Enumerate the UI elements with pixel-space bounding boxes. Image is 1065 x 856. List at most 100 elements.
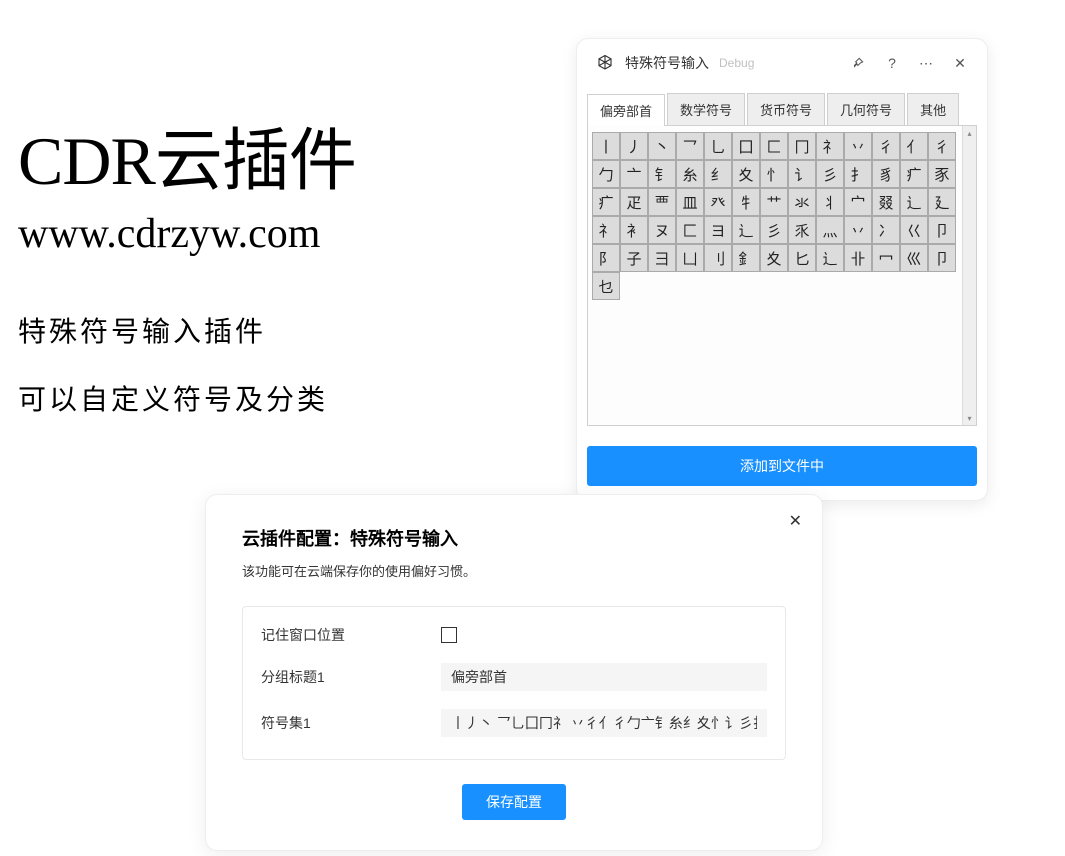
symbol-cell[interactable]: 豕 — [928, 160, 956, 188]
tab-currency[interactable]: 货币符号 — [747, 93, 825, 125]
tab-math[interactable]: 数学符号 — [667, 93, 745, 125]
save-config-button[interactable]: 保存配置 — [462, 784, 566, 820]
symbol-cell[interactable]: 亠 — [620, 160, 648, 188]
symbol-cell[interactable]: 辶 — [816, 244, 844, 272]
symbol-cell[interactable]: 卝 — [844, 244, 872, 272]
symbol-cell[interactable]: 灬 — [816, 216, 844, 244]
app-icon — [595, 53, 615, 73]
symbol-area: 丨丿丶乛乚囗匚冂礻丷彳亻彳勹亠钅糸纟夊忄讠彡扌豸疒豕疒疋覀皿癶牜艹氺丬宀叕辶廴礻… — [587, 126, 977, 426]
symbol-cell[interactable]: 癶 — [704, 188, 732, 216]
symbol-cell[interactable]: 艹 — [760, 188, 788, 216]
symbol-cell[interactable]: 宀 — [844, 188, 872, 216]
symbol-cell[interactable]: 扌 — [844, 160, 872, 188]
promo-title: CDR云插件 — [18, 105, 356, 204]
promo-description-2: 可以自定义符号及分类 — [18, 378, 328, 418]
symbol-cell[interactable]: 彡 — [760, 216, 788, 244]
symbol-row: 疒疋覀皿癶牜艹氺丬宀叕辶廴 — [592, 188, 958, 216]
symbol-cell[interactable]: 丿 — [620, 132, 648, 160]
group-title-input[interactable] — [441, 663, 767, 691]
symbol-cell[interactable]: 冖 — [872, 244, 900, 272]
symbol-cell[interactable]: 夊 — [732, 160, 760, 188]
symbol-cell[interactable]: 丶 — [648, 132, 676, 160]
scroll-down-icon[interactable]: ▾ — [963, 411, 976, 425]
symbol-cell[interactable]: 彳 — [872, 132, 900, 160]
symbol-cell[interactable]: 卩 — [928, 244, 956, 272]
tab-bar: 偏旁部首 数学符号 货币符号 几何符号 其他 — [587, 93, 977, 126]
symbol-cell[interactable]: 覀 — [648, 188, 676, 216]
label-remember-window: 记住窗口位置 — [261, 625, 441, 645]
symbol-cell[interactable]: 冂 — [788, 132, 816, 160]
symbol-set-input[interactable] — [441, 709, 767, 737]
promo-url: www.cdrzyw.com — [18, 210, 320, 258]
symbol-cell[interactable]: 夊 — [760, 244, 788, 272]
plugin-header: 特殊符号输入 Debug ? ⋯ ✕ — [577, 39, 987, 85]
symbol-cell[interactable]: 讠 — [788, 160, 816, 188]
pin-icon[interactable] — [849, 54, 867, 72]
symbol-row: 阝子彐凵刂釒夊匕辶卝冖巛卩 — [592, 244, 958, 272]
symbol-cell[interactable]: 匚 — [760, 132, 788, 160]
label-group-title: 分组标题1 — [261, 667, 441, 687]
config-title: 云插件配置：特殊符号输入 — [242, 525, 786, 551]
symbol-cell[interactable]: 巜 — [900, 216, 928, 244]
symbol-cell[interactable]: 皿 — [676, 188, 704, 216]
symbol-cell[interactable]: 阝 — [592, 244, 620, 272]
symbol-cell[interactable]: 凵 — [676, 244, 704, 272]
symbol-cell[interactable]: 衤 — [620, 216, 648, 244]
close-icon[interactable]: ✕ — [951, 54, 969, 72]
symbol-cell[interactable]: 巛 — [900, 244, 928, 272]
tab-geometry[interactable]: 几何符号 — [827, 93, 905, 125]
symbol-cell[interactable]: 乑 — [788, 216, 816, 244]
symbol-cell[interactable]: 辶 — [732, 216, 760, 244]
symbol-cell[interactable]: 勹 — [592, 160, 620, 188]
remember-window-checkbox[interactable] — [441, 627, 457, 643]
symbol-cell[interactable]: 辶 — [900, 188, 928, 216]
tab-other[interactable]: 其他 — [907, 93, 959, 125]
symbol-cell[interactable]: 冫 — [872, 216, 900, 244]
symbol-cell[interactable]: 乛 — [676, 132, 704, 160]
symbol-cell[interactable]: 氺 — [788, 188, 816, 216]
symbol-cell[interactable]: 丨 — [592, 132, 620, 160]
symbol-cell[interactable]: 疒 — [900, 160, 928, 188]
symbol-cell[interactable]: 釒 — [732, 244, 760, 272]
symbol-cell[interactable]: 疋 — [620, 188, 648, 216]
symbol-cell[interactable]: 亻 — [900, 132, 928, 160]
scrollbar[interactable]: ▴ ▾ — [962, 126, 976, 425]
symbol-cell[interactable]: 乚 — [704, 132, 732, 160]
symbol-cell[interactable]: 糸 — [676, 160, 704, 188]
symbol-cell[interactable]: 豸 — [872, 160, 900, 188]
symbol-cell[interactable]: 彳 — [928, 132, 956, 160]
symbol-cell[interactable]: 卩 — [928, 216, 956, 244]
symbol-cell[interactable]: 囗 — [732, 132, 760, 160]
symbol-cell[interactable]: 乜 — [592, 272, 620, 300]
close-icon[interactable]: ✕ — [789, 511, 802, 531]
symbol-cell[interactable]: 钅 — [648, 160, 676, 188]
symbol-cell[interactable]: 彐 — [648, 244, 676, 272]
scroll-up-icon[interactable]: ▴ — [963, 126, 976, 140]
symbol-cell[interactable]: 叕 — [872, 188, 900, 216]
symbol-cell[interactable]: ヨ — [704, 216, 732, 244]
config-form: 记住窗口位置 分组标题1 符号集1 — [242, 606, 786, 760]
symbol-cell[interactable]: 丷 — [844, 132, 872, 160]
symbol-cell[interactable]: 刂 — [704, 244, 732, 272]
symbol-cell[interactable]: 疒 — [592, 188, 620, 216]
symbol-cell[interactable]: 丷 — [844, 216, 872, 244]
symbol-row: 乜 — [592, 272, 958, 300]
symbol-cell[interactable]: 廴 — [928, 188, 956, 216]
symbol-row: 丨丿丶乛乚囗匚冂礻丷彳亻彳 — [592, 132, 958, 160]
help-icon[interactable]: ? — [883, 54, 901, 72]
symbol-cell[interactable]: 匕 — [788, 244, 816, 272]
symbol-cell[interactable]: 礻 — [816, 132, 844, 160]
symbol-cell[interactable]: 彡 — [816, 160, 844, 188]
add-to-file-button[interactable]: 添加到文件中 — [587, 446, 977, 486]
symbol-cell[interactable]: 礻 — [592, 216, 620, 244]
symbol-cell[interactable]: 纟 — [704, 160, 732, 188]
symbol-cell[interactable]: 牜 — [732, 188, 760, 216]
more-icon[interactable]: ⋯ — [917, 54, 935, 72]
plugin-window: 特殊符号输入 Debug ? ⋯ ✕ 偏旁部首 数学符号 货币符号 几何符号 其… — [576, 38, 988, 501]
symbol-cell[interactable]: 子 — [620, 244, 648, 272]
tab-radicals[interactable]: 偏旁部首 — [587, 94, 665, 126]
symbol-cell[interactable]: 匚 — [676, 216, 704, 244]
symbol-cell[interactable]: ヌ — [648, 216, 676, 244]
symbol-cell[interactable]: 忄 — [760, 160, 788, 188]
symbol-cell[interactable]: 丬 — [816, 188, 844, 216]
